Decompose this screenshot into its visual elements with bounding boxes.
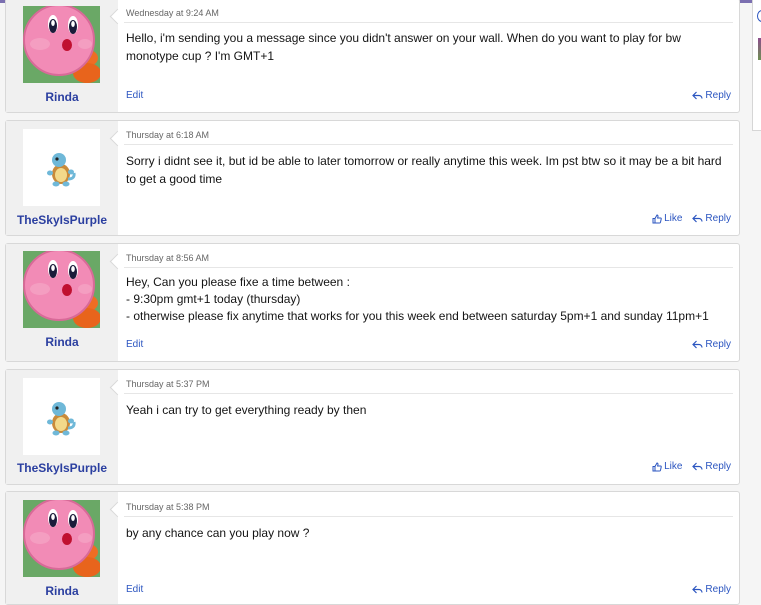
message-actions: Like Reply	[652, 461, 731, 472]
message-date[interactable]: Thursday at 6:18 AM	[126, 130, 209, 140]
circle-icon[interactable]	[757, 10, 761, 22]
message-post: TheSkyIsPurple Thursday at 5:37 PM Yeah …	[5, 369, 740, 485]
like-label: Like	[664, 213, 683, 224]
message-text: Sorry i didnt see it, but id be able to …	[126, 152, 727, 188]
reply-button[interactable]: Reply	[692, 213, 731, 224]
divider	[124, 22, 733, 23]
reply-icon	[692, 585, 704, 594]
like-label: Like	[664, 461, 683, 472]
message-post: TheSkyIsPurple Thursday at 6:18 AM Sorry…	[5, 120, 740, 236]
username-link[interactable]: TheSkyIsPurple	[6, 213, 118, 227]
message-author-panel: TheSkyIsPurple	[6, 121, 118, 235]
thumbs-up-icon	[652, 213, 662, 223]
reply-label: Reply	[705, 90, 731, 101]
sidebar-edge	[752, 0, 761, 131]
message-content: Wednesday at 9:24 AM Hello, i'm sending …	[109, 0, 739, 112]
username-link[interactable]: TheSkyIsPurple	[6, 461, 118, 475]
like-button[interactable]: Like	[652, 461, 682, 472]
reply-button[interactable]: Reply	[692, 584, 731, 595]
reply-label: Reply	[705, 213, 731, 224]
edit-link[interactable]: Edit	[126, 90, 143, 101]
edit-link[interactable]: Edit	[126, 339, 143, 350]
like-button[interactable]: Like	[652, 213, 682, 224]
message-text: Hey, Can you please fixe a time between …	[126, 274, 727, 325]
message-author-panel: Rinda	[6, 244, 118, 361]
divider	[124, 516, 733, 517]
squirtle-avatar[interactable]	[23, 129, 100, 206]
divider	[124, 393, 733, 394]
edit-link[interactable]: Edit	[126, 584, 143, 595]
message-author-panel: Rinda	[6, 0, 118, 112]
kirby-avatar[interactable]	[23, 251, 100, 328]
message-date[interactable]: Thursday at 8:56 AM	[126, 253, 209, 263]
message-actions: Reply	[692, 90, 731, 101]
message-line: monotype cup ? I'm GMT+1	[126, 49, 275, 63]
message-text: by any chance can you play now ?	[126, 524, 727, 542]
message-line: Hey, Can you please fixe a time between …	[126, 275, 350, 289]
message-line: by any chance can you play now ?	[126, 526, 310, 540]
message-actions: Reply	[692, 584, 731, 595]
username-link[interactable]: Rinda	[6, 584, 118, 598]
message-line: Sorry i didnt see it, but id be able to …	[126, 154, 722, 168]
message-content: Thursday at 5:37 PM Yeah i can try to ge…	[109, 370, 739, 484]
reply-icon	[692, 214, 704, 223]
reply-button[interactable]: Reply	[692, 461, 731, 472]
username-link[interactable]: Rinda	[6, 335, 118, 349]
reply-icon	[692, 462, 704, 471]
message-line: to get a good time	[126, 172, 223, 186]
message-date[interactable]: Thursday at 5:38 PM	[126, 502, 210, 512]
reply-label: Reply	[705, 339, 731, 350]
divider	[124, 144, 733, 145]
message-line: - 9:30pm gmt+1 today (thursday)	[126, 292, 301, 306]
message-content: Thursday at 6:18 AM Sorry i didnt see it…	[109, 121, 739, 235]
message-actions: Reply	[692, 339, 731, 350]
message-post: Rinda Thursday at 5:38 PM by any chance …	[5, 491, 740, 605]
message-actions: Like Reply	[652, 213, 731, 224]
kirby-avatar[interactable]	[23, 6, 100, 83]
reply-icon	[692, 91, 704, 100]
message-line: Yeah i can try to get everything ready b…	[126, 403, 367, 417]
reply-button[interactable]: Reply	[692, 339, 731, 350]
reply-label: Reply	[705, 584, 731, 595]
message-author-panel: TheSkyIsPurple	[6, 370, 118, 484]
message-post: Rinda Thursday at 8:56 AM Hey, Can you p…	[5, 243, 740, 362]
message-line: - otherwise please fix anytime that work…	[126, 309, 709, 323]
message-date[interactable]: Thursday at 5:37 PM	[126, 379, 210, 389]
message-content: Thursday at 5:38 PM by any chance can yo…	[109, 492, 739, 604]
username-link[interactable]: Rinda	[6, 90, 118, 104]
squirtle-avatar[interactable]	[23, 378, 100, 455]
message-line: Hello, i'm sending you a message since y…	[126, 31, 681, 45]
reply-label: Reply	[705, 461, 731, 472]
message-content: Thursday at 8:56 AM Hey, Can you please …	[109, 244, 739, 361]
message-post: Rinda Wednesday at 9:24 AM Hello, i'm se…	[5, 0, 740, 113]
message-text: Yeah i can try to get everything ready b…	[126, 401, 727, 419]
message-text: Hello, i'm sending you a message since y…	[126, 29, 727, 65]
thumbs-up-icon	[652, 461, 662, 471]
reply-icon	[692, 340, 704, 349]
kirby-avatar[interactable]	[23, 500, 100, 577]
divider	[124, 267, 733, 268]
reply-button[interactable]: Reply	[692, 90, 731, 101]
message-date[interactable]: Wednesday at 9:24 AM	[126, 8, 219, 18]
message-author-panel: Rinda	[6, 492, 118, 604]
